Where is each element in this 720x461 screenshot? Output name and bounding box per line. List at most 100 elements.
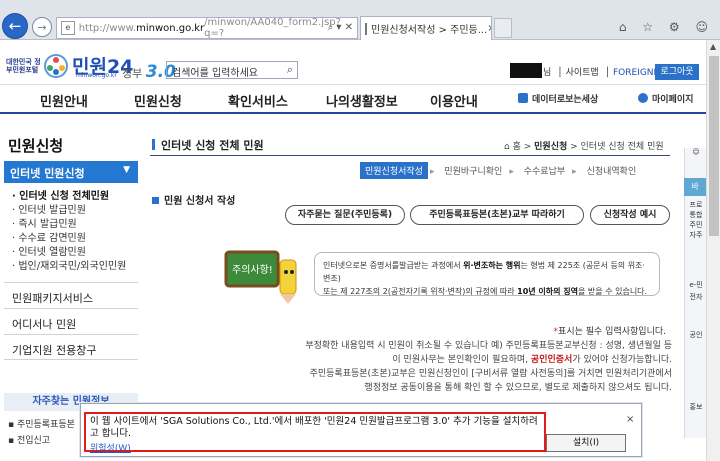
section-title: 민원 신청서 작성: [152, 192, 235, 207]
arrow-left-icon: ←: [8, 17, 22, 35]
section-title-text: 민원 신청서 작성: [164, 196, 236, 207]
logo-emblem-icon: [44, 54, 68, 78]
user-suffix: 님: [543, 68, 552, 78]
forgery-warning-box: 인터넷으로본 증명서를발급받는 과정에서 위·변조하는 행위는 형법 제 225…: [314, 252, 660, 296]
chart-icon: [518, 93, 528, 103]
sidebar-sub-foreign[interactable]: · 법인/재외국민/외국인민원: [12, 257, 126, 272]
utility-links: 님 │ 사이트맵 │ FOREIGNER: [543, 68, 666, 78]
sidebar-sub-instant[interactable]: · 즉시 발급민원: [12, 215, 77, 230]
gov-label: 정부: [122, 67, 143, 80]
step-confirm: 신청내역확인: [586, 167, 637, 177]
bullet-square-icon: [152, 197, 159, 204]
sidebar-sub-all[interactable]: · 인터넷 신청 전체민원: [12, 187, 109, 202]
sidebar-sub-fee[interactable]: · 수수료 감면민원: [12, 229, 86, 244]
sidebar-sub-issue[interactable]: · 인터넷 발급민원: [12, 201, 86, 216]
body-line-1: 부정확한 내용입력 시 민원이 취소될 수 있습니다 예) 주민등록표등본교부신…: [305, 341, 672, 351]
scroll-thumb[interactable]: [709, 56, 719, 236]
progress-steps: 민원신청서작성 ▸ 민원바구니확인 ▸ 수수료납부 ▸ 신청내역확인: [360, 162, 643, 179]
sidebar-item-business[interactable]: 기업지원 전용창구: [4, 334, 138, 360]
back-button[interactable]: ←: [2, 13, 28, 39]
site-search-input[interactable]: 검색어를 입력하세요 ⌕: [166, 61, 298, 79]
warning-line-2: 또는 제 227조의 2(공전자기록 위작·변작)의 규정에 따라 10년 이하…: [323, 285, 651, 298]
quick-item[interactable]: 프로: [685, 200, 707, 210]
faq-item-move-in[interactable]: ▪ 전입신고: [8, 433, 50, 446]
example-button[interactable]: 신청작성 예시: [590, 205, 670, 225]
crumb-home[interactable]: 홈: [513, 142, 521, 152]
logo-org-text: 대한민국 정부민원포털: [6, 58, 41, 74]
data-world-link[interactable]: 데이터로보는세상: [518, 92, 598, 105]
search-icon[interactable]: ⌕: [287, 63, 293, 77]
body-2a: 이 민원사무는 본인확인이 필요하며,: [392, 355, 531, 365]
w1a: 인터넷으로본 증명서를발급받는 과정에서: [323, 261, 464, 270]
new-tab-button[interactable]: [494, 18, 512, 38]
home-icon[interactable]: ⌂: [504, 142, 510, 152]
sidebar-item-package[interactable]: 민원패키지서비스: [4, 282, 138, 308]
mypage-label: 마이페이지: [652, 95, 694, 105]
step-write: 민원신청서작성: [360, 162, 428, 179]
warning-line-1: 인터넷으로본 증명서를발급받는 과정에서 위·변조하는 행위는 형법 제 225…: [323, 259, 651, 285]
browser-tab[interactable]: 민원신청서작성 > 주민등... ×: [360, 16, 492, 40]
close-icon[interactable]: ×: [626, 414, 634, 425]
gnb-item-verify[interactable]: 확인서비스: [228, 91, 288, 110]
quick-item[interactable]: 전자: [685, 292, 707, 302]
step-basket: 민원바구니확인: [444, 167, 503, 177]
required-notice: *표시는 필수 입력사항입니다.: [400, 324, 666, 337]
ie-page-icon: e: [61, 21, 75, 35]
quick-item-main[interactable]: 바: [684, 178, 706, 196]
sidebar-sub-view[interactable]: · 인터넷 열람민원: [12, 243, 86, 258]
faq-resident-button[interactable]: 자주묻는 질문(주민등록): [285, 205, 405, 225]
sitemap-link[interactable]: 사이트맵: [566, 68, 599, 78]
body-line-2: 이 민원사무는 본인확인이 필요하며, 공인인증서가 있어야 신청가능합니다.: [392, 352, 672, 365]
sidebar-item-anywhere[interactable]: 어디서나 민원: [4, 308, 138, 334]
forward-button[interactable]: →: [32, 17, 52, 37]
tab-favicon-icon: [365, 22, 367, 35]
gnb-item-apply[interactable]: 민원신청: [134, 91, 182, 110]
sub-label: 법인/재외국민/외국인민원: [18, 261, 127, 272]
required-text: 표시는 필수 입력사항입니다.: [558, 327, 666, 337]
vertical-scrollbar[interactable]: ▲: [706, 40, 720, 461]
body-line-4: 행정정보 공동이용을 통해 확인 할 수 있으므로, 별도로 제출하지 않으셔도…: [364, 383, 672, 393]
scroll-up-icon[interactable]: ▲: [710, 42, 716, 51]
mypage-link[interactable]: 마이페이지: [638, 92, 693, 105]
page-title: 인터넷 신청 전체 민원: [152, 137, 264, 153]
gnb-item-life-info[interactable]: 나의생활정보: [326, 91, 398, 110]
quick-item[interactable]: e-민: [685, 280, 707, 290]
install-button[interactable]: 설치(I): [546, 434, 626, 452]
quick-item[interactable]: 주민: [685, 220, 707, 230]
body-2c: 가 있어야 신청가능합니다.: [572, 355, 672, 365]
sidebar-item-internet-apply[interactable]: 인터넷 민원신청 ▼: [4, 161, 138, 183]
quick-item[interactable]: 홍보: [685, 402, 707, 412]
faq-label: 주민등록표등본: [16, 420, 75, 430]
search-refresh-icons[interactable]: ⌕ ▾ ✕: [328, 22, 353, 33]
w2a: 또는 제 227조의 2(공전자기록 위작·변작)의 규정에 따라: [323, 287, 518, 296]
crumb-apply[interactable]: 민원신청: [534, 142, 567, 152]
gnb-item-guide[interactable]: 민원안내: [40, 91, 88, 110]
faq-item-resident[interactable]: ▪ 주민등록표등본: [8, 417, 75, 430]
w2b: 10년 이하의 징역: [517, 287, 579, 296]
address-bar[interactable]: e http://www. minwon.go.kr/minwon/AA040_f…: [56, 17, 358, 39]
person-icon: [638, 93, 648, 103]
search-placeholder: 검색어를 입력하세요: [172, 68, 258, 79]
cert-highlight: 공인인증서: [530, 355, 573, 365]
w2c: 을 받을 수 있습니다.: [578, 287, 648, 296]
step-arrow-icon: ▸: [572, 167, 577, 177]
howto-button[interactable]: 주민등록표등본(초본)교부 따라하기: [410, 205, 584, 225]
sidebar-title: 민원신청: [8, 137, 64, 155]
character-sign-text: 주의사항!: [232, 264, 273, 276]
crumb-current: 인터넷 신청 전체 민원: [580, 142, 664, 152]
quick-item[interactable]: 공인: [685, 330, 707, 340]
page-title-text: 인터넷 신청 전체 민원: [161, 139, 264, 152]
breadcrumb: ⌂ 홈 > 민원신청 > 인터넷 신청 전체 민원: [504, 142, 664, 152]
quick-item[interactable]: 통합: [685, 210, 707, 220]
gnb-item-help[interactable]: 이용안내: [430, 91, 478, 110]
browser-tool-icons[interactable]: ⌂ ☆ ⚙ ☺: [619, 20, 714, 34]
tab-close-icon[interactable]: ×: [487, 23, 491, 34]
w1b: 위·변조하는 행위: [463, 261, 521, 270]
notification-message: 이 웹 사이트에서 'SGA Solutions Co., Ltd.'에서 배포…: [90, 416, 538, 439]
logout-button[interactable]: 로그아웃: [655, 64, 699, 80]
quick-item[interactable]: 자주: [685, 230, 707, 240]
risk-link[interactable]: 위험성(W): [90, 441, 131, 454]
step-arrow-icon: ▸: [429, 167, 435, 177]
arrow-right-icon: →: [37, 20, 47, 34]
body-line-3: 주민등록표등본(초본)교부은 민원신청인이 [구비서류 열람 사전동의]를 거치…: [309, 369, 672, 379]
